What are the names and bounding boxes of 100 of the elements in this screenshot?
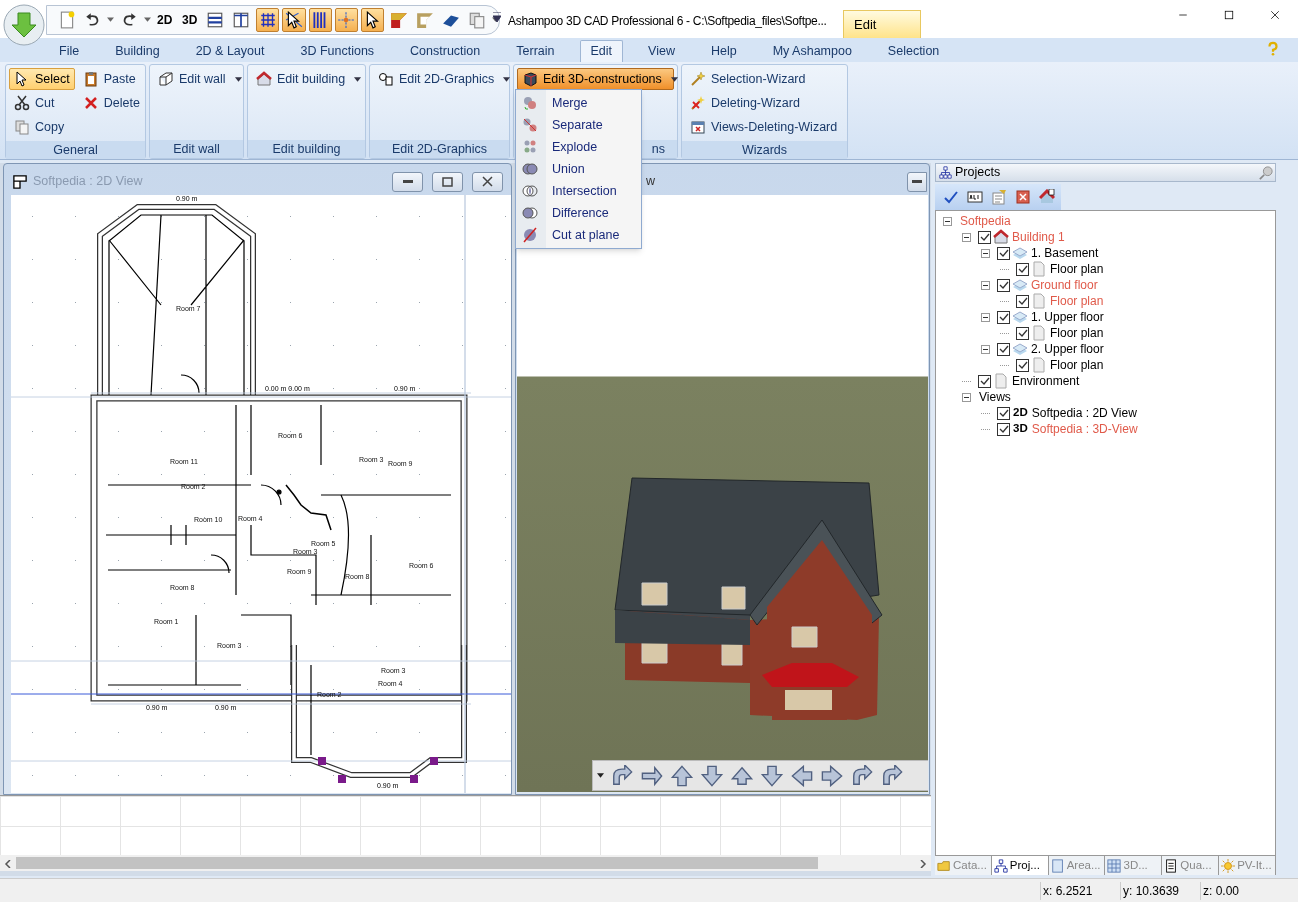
arrow-up-icon[interactable]	[670, 764, 694, 787]
tree-item[interactable]: Building 1	[1012, 228, 1065, 246]
checkbox[interactable]	[997, 342, 1010, 356]
rotate-arrow-icon[interactable]	[880, 764, 904, 787]
window-control-button[interactable]	[432, 171, 463, 192]
floor-icon	[1012, 277, 1028, 293]
caret-icon[interactable]	[107, 17, 115, 23]
toolbar-button[interactable]	[282, 8, 306, 32]
maximize-icon[interactable]	[1223, 9, 1235, 21]
caret-icon[interactable]	[597, 773, 604, 778]
toolbar-button[interactable]: 3D	[178, 8, 201, 32]
toolbar-button[interactable]	[360, 8, 385, 32]
tree-item[interactable]: 1. Upper floor	[1031, 308, 1104, 326]
menu-item[interactable]: Separate	[516, 114, 641, 136]
ribbon-tab[interactable]: My Ashampoo	[761, 40, 863, 62]
ribbon-button[interactable]: Selection-Wizard	[685, 68, 844, 90]
arrow-down-icon[interactable]	[700, 764, 724, 787]
menu-item[interactable]: Intersection	[516, 180, 641, 202]
toolbar-button[interactable]	[308, 8, 332, 32]
checkbox[interactable]	[1016, 326, 1029, 340]
rotate-arrow-icon[interactable]	[610, 764, 634, 787]
ribbon-tab[interactable]: Terrain	[505, 40, 566, 62]
tree-item[interactable]: Floor plan	[1050, 260, 1104, 278]
ribbon-tab[interactable]: 2D & Layout	[184, 40, 276, 62]
ribbon-tab[interactable]: File	[48, 40, 91, 62]
arrow-up-icon[interactable]	[730, 764, 754, 787]
toolbar-button[interactable]	[256, 8, 280, 32]
ribbon-button[interactable]: Edit building	[251, 68, 362, 90]
window-control-button[interactable]	[392, 171, 423, 192]
checkbox[interactable]	[997, 246, 1010, 260]
ribbon-tab[interactable]: Edit	[579, 40, 624, 62]
menu-item[interactable]: Explode	[516, 136, 641, 158]
circles-icon	[522, 161, 538, 177]
menu-item[interactable]: Cut at plane	[516, 224, 641, 246]
tilt-arrow-icon[interactable]	[640, 764, 664, 787]
tree-item[interactable]: Floor plan	[1050, 324, 1104, 342]
close-icon[interactable]	[1269, 9, 1281, 21]
checkbox[interactable]	[997, 310, 1010, 324]
ribbon-button[interactable]: Cut	[9, 92, 75, 114]
collapse-icon[interactable]	[981, 312, 990, 322]
floor-plan-icon	[13, 174, 27, 189]
tree-item[interactable]: Softpedia	[960, 212, 1011, 230]
ribbon-button[interactable]: Delete	[77, 92, 145, 114]
collapse-icon[interactable]	[981, 344, 990, 354]
tree-item[interactable]: Ground floor	[1031, 276, 1098, 294]
tree-item[interactable]: 2. Upper floor	[1031, 340, 1104, 358]
text-field-icon[interactable]	[967, 189, 983, 205]
menu-item[interactable]: Difference	[516, 202, 641, 224]
horizontal-scrollbar[interactable]	[0, 855, 931, 871]
checkbox[interactable]	[997, 278, 1010, 292]
check-icon[interactable]	[943, 189, 959, 205]
collapse-icon[interactable]	[962, 392, 971, 402]
house-icon[interactable]	[1039, 189, 1055, 205]
panel-tab[interactable]: Proj...	[991, 856, 1049, 875]
ribbon-tab[interactable]: 3D Functions	[289, 40, 386, 62]
collapse-icon[interactable]	[981, 248, 990, 258]
checkbox[interactable]	[997, 422, 1010, 436]
window-control-button[interactable]	[907, 171, 927, 192]
collapse-icon[interactable]	[981, 280, 990, 290]
tree-item[interactable]: 1. Basement	[1031, 244, 1099, 262]
window-control-button[interactable]	[472, 171, 503, 192]
ribbon-tab[interactable]: Construction	[399, 40, 492, 62]
ribbon-button[interactable]: Copy	[9, 116, 75, 138]
tree-item[interactable]: Softpedia : 3D-View	[1031, 420, 1138, 438]
ribbon-button[interactable]: Deleting-Wizard	[685, 92, 844, 114]
tree-item[interactable]: Environment	[1012, 372, 1080, 390]
collapse-icon[interactable]	[962, 232, 971, 242]
ribbon-button[interactable]: Edit wall	[153, 68, 240, 90]
ribbon-tab[interactable]: Help	[699, 40, 748, 62]
collapse-icon[interactable]	[943, 216, 952, 226]
rotate-arrow-icon[interactable]	[850, 764, 874, 787]
tree-item[interactable]: Floor plan	[1050, 292, 1104, 310]
menu-item[interactable]: Union	[516, 158, 641, 180]
ribbon-tab[interactable]: Selection	[876, 40, 951, 62]
menu-item[interactable]: Merge	[516, 92, 641, 114]
checkbox[interactable]	[978, 374, 991, 388]
checkbox[interactable]	[1016, 262, 1029, 276]
ribbon-button[interactable]: Views-Deleting-Wizard	[685, 116, 844, 138]
ribbon-button[interactable]: Paste	[77, 68, 145, 90]
delete-icon[interactable]	[1015, 189, 1031, 205]
tree-item[interactable]: Views	[979, 388, 1011, 406]
checkbox[interactable]	[1016, 358, 1029, 372]
contextual-tab[interactable]: Edit	[843, 10, 921, 38]
toolbar-button[interactable]: 2D	[153, 8, 176, 32]
caret-icon[interactable]	[143, 17, 151, 23]
arrow-down-icon[interactable]	[760, 764, 784, 787]
scrollbar-thumb[interactable]	[16, 857, 818, 869]
arrow-left-icon[interactable]	[790, 764, 814, 787]
arrow-right-icon[interactable]	[820, 764, 844, 787]
checkbox[interactable]	[978, 230, 991, 244]
customize-icon[interactable]	[493, 12, 501, 24]
ribbon-tab[interactable]: View	[637, 40, 686, 62]
tree-item[interactable]: Floor plan	[1050, 356, 1104, 374]
ribbon-button[interactable]: Edit 2D-Graphics	[373, 68, 506, 90]
tree-item[interactable]: Softpedia : 2D View	[1031, 404, 1137, 422]
ribbon-button[interactable]: Select	[9, 68, 75, 90]
grid-icon	[258, 11, 277, 29]
checkbox[interactable]	[997, 406, 1010, 420]
checkbox[interactable]	[1016, 294, 1029, 308]
ribbon-tab[interactable]: Building	[104, 40, 171, 62]
